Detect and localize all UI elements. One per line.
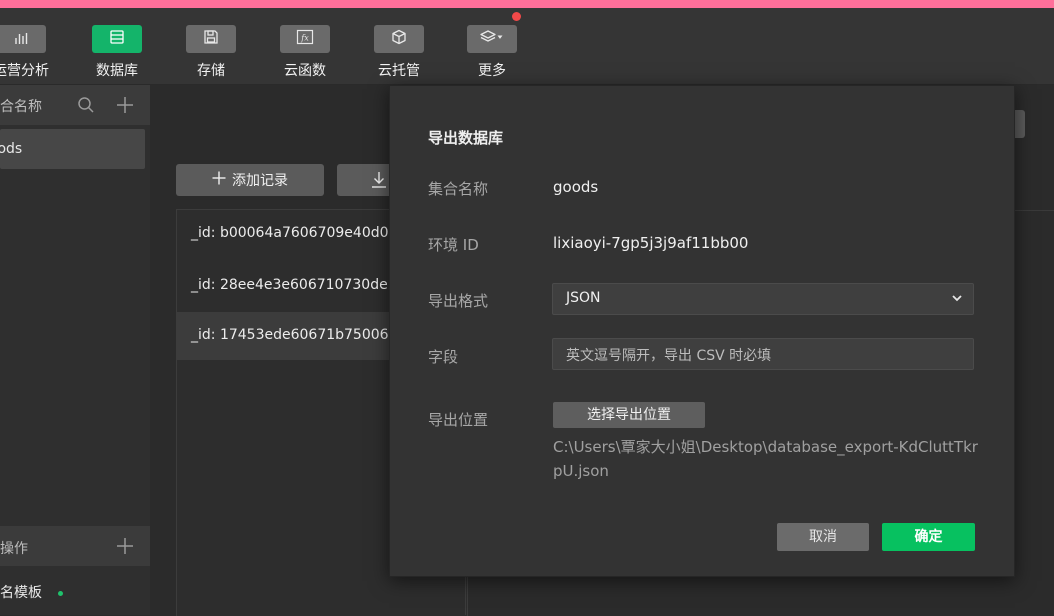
notification-dot	[512, 12, 521, 21]
record-id: _id: 17453ede60671b75006e	[191, 327, 398, 343]
collection-value: goods	[553, 178, 599, 196]
storage-icon	[203, 29, 219, 49]
format-label: 导出格式	[428, 292, 489, 310]
record-id: _id: b00064a7606709e40d0c	[191, 225, 397, 241]
fields-label: 字段	[428, 348, 459, 366]
toolbar-label: 运营分析	[0, 63, 49, 79]
database-icon	[109, 29, 125, 49]
collection-item-label: goods	[0, 141, 23, 157]
dialog-title: 导出数据库	[428, 129, 504, 147]
env-value: lixiaoyi-7gp5j3j9af11bb00	[553, 234, 749, 252]
database-button[interactable]	[92, 25, 142, 53]
toolbar-label: 云函数	[284, 63, 326, 79]
toolbar: 运营分析 数据库 存储 fx 云函数 云托管	[0, 8, 1054, 85]
window-top-stripe	[0, 0, 1054, 8]
add-record-label: 添加记录	[232, 173, 288, 189]
toolbar-item-storage[interactable]: 存储	[166, 8, 256, 84]
collection-label: 集合名称	[428, 180, 489, 198]
layers-icon	[479, 29, 505, 49]
collection-header: 集合名称	[0, 85, 150, 125]
add-collection-icon[interactable]	[116, 96, 134, 118]
format-select-value: JSON	[566, 290, 601, 306]
fields-placeholder: 英文逗号隔开，导出 CSV 时必填	[566, 348, 772, 364]
toolbar-label: 存储	[197, 63, 225, 79]
add-record-button[interactable]: 添加记录	[176, 164, 324, 196]
export-path: C:\Users\覃家大小姐\Desktop\database_export-K…	[553, 438, 978, 480]
plus-icon	[212, 171, 226, 189]
right-action-button[interactable]	[1014, 110, 1025, 138]
bar-chart-icon	[13, 30, 29, 49]
status-dot	[58, 591, 63, 596]
functions-button[interactable]: fx	[280, 25, 330, 53]
cube-icon	[391, 29, 407, 49]
cloudhosting-button[interactable]	[374, 25, 424, 53]
choose-location-button[interactable]: 选择导出位置	[553, 402, 705, 428]
toolbar-item-more[interactable]: 更多	[447, 8, 537, 84]
search-icon[interactable]	[77, 96, 95, 118]
record-id: _id: 28ee4e3e606710730deb	[191, 277, 397, 293]
toolbar-label: 云托管	[378, 63, 420, 79]
toolbar-item-functions[interactable]: fx 云函数	[260, 8, 350, 84]
format-select[interactable]: JSON	[552, 283, 974, 315]
env-label: 环境 ID	[428, 236, 479, 254]
add-operation-icon[interactable]	[116, 537, 134, 559]
chevron-down-icon	[951, 290, 963, 309]
fields-input[interactable]: 英文逗号隔开，导出 CSV 时必填	[552, 338, 974, 370]
svg-text:fx: fx	[300, 34, 309, 43]
storage-button[interactable]	[186, 25, 236, 53]
cancel-button[interactable]: 取消	[777, 523, 869, 551]
sidebar: 集合名称 goods 高级操作 命名模板	[0, 85, 150, 615]
template-item[interactable]: 命名模板	[0, 582, 42, 602]
more-button[interactable]	[467, 25, 517, 53]
function-icon: fx	[296, 29, 314, 49]
toolbar-item-database[interactable]: 数据库	[72, 8, 162, 84]
location-label: 导出位置	[428, 411, 489, 429]
download-icon	[371, 171, 387, 193]
advanced-ops-label: 高级操作	[0, 541, 28, 557]
confirm-button[interactable]: 确定	[882, 523, 975, 551]
analytics-button[interactable]	[0, 25, 46, 53]
export-database-dialog: 导出数据库 集合名称 goods 环境 ID lixiaoyi-7gp5j3j9…	[389, 85, 1015, 577]
collection-item-goods[interactable]: goods	[0, 129, 145, 169]
toolbar-item-analytics[interactable]: 运营分析	[0, 8, 66, 84]
toolbar-item-cloudhosting[interactable]: 云托管	[354, 8, 444, 84]
toolbar-label: 更多	[478, 63, 506, 79]
advanced-ops-header: 高级操作	[0, 526, 150, 566]
toolbar-label: 数据库	[96, 63, 138, 79]
collection-header-label: 集合名称	[0, 99, 42, 115]
